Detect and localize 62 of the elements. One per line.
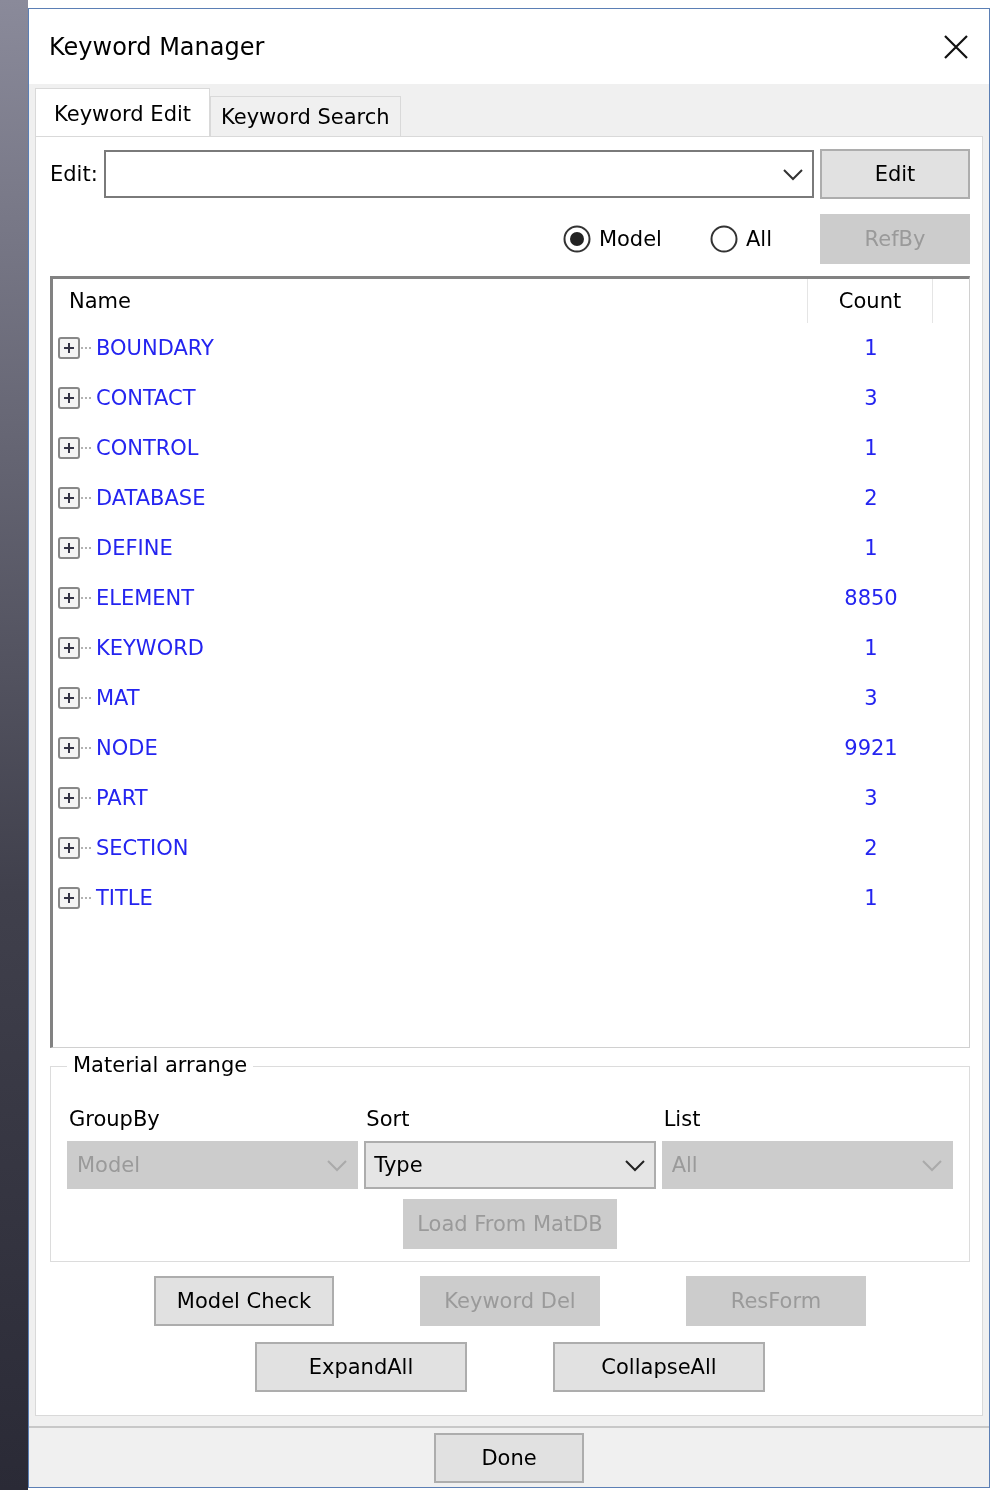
chevron-down-icon [326, 1158, 349, 1172]
dropdown-label: List [662, 1106, 702, 1133]
dropdown-label: Sort [365, 1106, 411, 1133]
count-cell-text: 3 [863, 786, 879, 810]
expand-icon[interactable] [58, 436, 92, 460]
model-check-button[interactable]: Model Check [154, 1276, 334, 1326]
tree-item[interactable]: NODE [96, 736, 158, 760]
column-header[interactable]: Name [53, 279, 808, 323]
expand-icon[interactable] [58, 336, 92, 360]
tree-item[interactable]: CONTROL [96, 436, 199, 460]
tree-item[interactable]: MAT [96, 686, 140, 710]
column-header[interactable]: Count [808, 279, 933, 323]
tree-item[interactable]: SECTION [96, 836, 189, 860]
tree-item[interactable]: ELEMENT [96, 586, 195, 610]
count-cell-text: 1 [863, 886, 879, 910]
count-cell-text: 3 [863, 686, 879, 710]
expand-all-button[interactable]: ExpandAll [255, 1342, 467, 1392]
count-cell-text: 2 [863, 486, 879, 510]
done-button[interactable]: Done [434, 1432, 584, 1483]
expand-icon[interactable] [58, 886, 92, 910]
radio-button[interactable]: Model [562, 225, 662, 253]
tree-item[interactable]: PART [96, 786, 148, 810]
group-title: Material arrange [67, 1053, 254, 1077]
tree-view[interactable]: Name Count BOUNDARY 1 CONTACT 3 CONTROL 1 DATABASE 2 DEFINE 1 ELEMENT 8850 KEYWORD 1 MAT 3 NODE 9921 PART 3 SECTION 2 TITLE 1 [50, 276, 970, 1048]
dropdown-value: Type [374, 1153, 423, 1177]
tree-item[interactable]: DEFINE [96, 536, 173, 560]
expand-icon[interactable] [58, 736, 92, 760]
collapse-all-button[interactable]: CollapseAll [553, 1342, 765, 1392]
count-cell-text: 2 [863, 836, 879, 860]
radio-button[interactable]: All [709, 225, 772, 253]
expand-icon[interactable] [58, 486, 92, 510]
count-cell-text: 9921 [843, 736, 899, 760]
tree-item[interactable]: BOUNDARY [96, 336, 214, 360]
expand-icon[interactable] [58, 686, 92, 710]
field-label: Edit: [50, 162, 98, 186]
expand-icon[interactable] [58, 786, 92, 810]
tree-item[interactable]: TITLE [96, 886, 153, 910]
tree-item[interactable]: KEYWORD [96, 636, 204, 660]
expand-icon[interactable] [58, 586, 92, 610]
count-cell-text: 1 [863, 436, 879, 460]
tree-item[interactable]: DATABASE [96, 486, 206, 510]
expand-icon[interactable] [58, 836, 92, 860]
chevron-down-icon [623, 1158, 646, 1172]
count-cell-text: 3 [863, 386, 879, 410]
window-title: Keyword Manager [49, 32, 265, 61]
count-cell-text: 1 [863, 636, 879, 660]
expand-icon[interactable] [58, 386, 92, 410]
chevron-down-icon [921, 1158, 943, 1172]
tab[interactable]: Keyword Edit [35, 88, 211, 136]
count-cell-text: 1 [863, 536, 879, 560]
expand-icon[interactable] [58, 636, 92, 660]
combo-box[interactable] [103, 150, 814, 198]
edit-button[interactable]: Edit [820, 149, 970, 199]
count-cell-text: 8850 [843, 586, 899, 610]
tree-item[interactable]: CONTACT [96, 386, 196, 410]
count-cell-text: 1 [863, 336, 879, 360]
dropdown[interactable]: Type [364, 1141, 656, 1189]
dropdown-label: GroupBy [68, 1106, 161, 1133]
tab[interactable]: Keyword Search [210, 96, 401, 136]
chevron-down-icon [782, 167, 804, 181]
close-icon[interactable] [943, 33, 969, 60]
expand-icon[interactable] [58, 536, 92, 560]
